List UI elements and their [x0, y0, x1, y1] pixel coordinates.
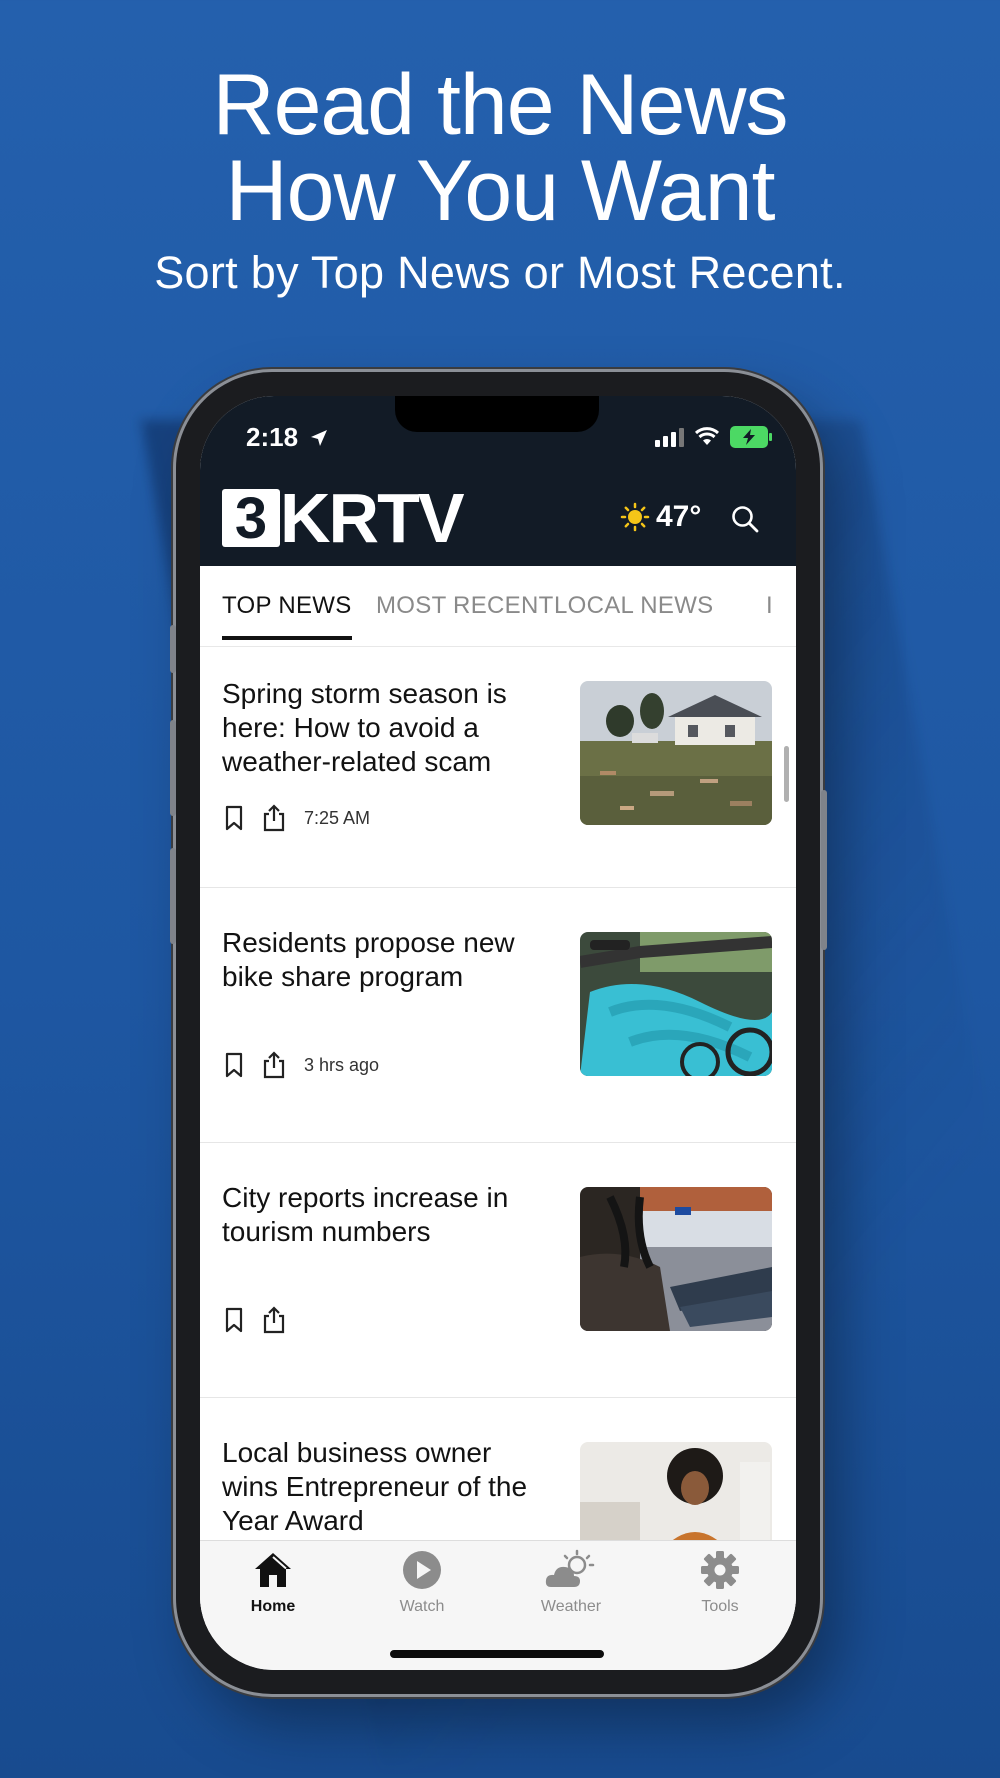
article-thumbnail[interactable]	[580, 932, 772, 1076]
scroll-indicator[interactable]	[784, 746, 789, 802]
tab-top-news[interactable]: TOP NEWS	[222, 592, 352, 620]
location-arrow-icon	[311, 430, 328, 446]
nav-weather[interactable]: Weather	[511, 1549, 631, 1616]
phone-side-button	[170, 625, 176, 673]
article-thumbnail[interactable]	[580, 1187, 772, 1331]
airport-terminal-image	[580, 1187, 772, 1331]
article-card[interactable]: City reports increase in tourism numbers	[200, 1143, 796, 1398]
article-time: 7:25 AM	[304, 807, 371, 828]
article-card[interactable]: Residents propose new bike share program…	[200, 888, 796, 1143]
cellular-signal-icon	[655, 427, 684, 447]
active-tab-indicator	[222, 636, 352, 640]
sun-icon	[620, 502, 650, 532]
share-icon[interactable]	[260, 803, 288, 833]
promo-subheadline: Sort by Top News or Most Recent.	[154, 247, 846, 298]
station-logo[interactable]: 3 KRTV	[222, 479, 465, 557]
article-thumbnail[interactable]	[580, 681, 772, 825]
play-icon	[403, 1551, 441, 1589]
home-icon	[255, 1553, 291, 1587]
nav-home[interactable]: Home	[213, 1549, 333, 1616]
cloud-sun-icon	[545, 1549, 595, 1587]
bookmark-icon[interactable]	[222, 1306, 246, 1334]
search-icon	[732, 506, 759, 533]
logo-number: 3	[222, 489, 280, 547]
status-time-text: 2:18	[246, 422, 299, 452]
nav-tools-label: Tools	[701, 1598, 739, 1615]
share-icon[interactable]	[260, 1305, 288, 1335]
article-time: 3 hrs ago	[304, 1054, 380, 1075]
logo-text: KRTV	[280, 479, 465, 557]
battery-icon	[730, 426, 772, 448]
article-title[interactable]: City reports increase in tourism numbers	[222, 1181, 522, 1249]
home-indicator[interactable]	[390, 1650, 604, 1658]
bookmark-icon[interactable]	[222, 1051, 246, 1079]
article-card[interactable]: Spring storm season is here: How to avoi…	[200, 647, 796, 888]
phone-volume-up	[170, 720, 176, 816]
nav-weather-label: Weather	[540, 1598, 602, 1615]
storm-damage-image	[580, 681, 772, 825]
nav-watch[interactable]: Watch	[362, 1549, 482, 1616]
article-meta: 7:25 AM	[222, 803, 370, 833]
gear-icon	[701, 1551, 739, 1589]
article-meta	[222, 1305, 304, 1335]
share-icon[interactable]	[260, 1050, 288, 1080]
phone-screen: 2:18 3 KRTV 47° TOP NEWS MOST RECENT LOC…	[200, 396, 796, 1670]
article-title[interactable]: Local business owner wins Entrepreneur o…	[222, 1436, 542, 1538]
bike-share-image	[580, 932, 772, 1076]
article-meta: 3 hrs ago	[222, 1050, 379, 1080]
temperature: 47°	[656, 500, 702, 533]
article-title[interactable]: Residents propose new bike share program	[222, 926, 522, 994]
weather-widget[interactable]: 47°	[620, 500, 701, 534]
phone-notch	[395, 396, 599, 432]
promo-headline: Read the News How You Want	[0, 62, 1000, 234]
search-button[interactable]	[730, 504, 760, 539]
promo-headline-line2: How You Want	[225, 143, 776, 239]
article-title[interactable]: Spring storm season is here: How to avoi…	[222, 677, 522, 779]
wifi-icon	[694, 427, 720, 445]
tab-local-news[interactable]: LOCAL NEWS	[554, 592, 713, 620]
status-bar-time: 2:18	[246, 422, 329, 453]
promo-headline-line1: Read the News	[212, 57, 789, 153]
charging-bolt-icon	[743, 429, 755, 445]
phone-power-button	[821, 790, 827, 950]
nav-tools[interactable]: Tools	[660, 1549, 780, 1616]
phone-volume-down	[170, 848, 176, 944]
section-tabs: TOP NEWS MOST RECENT LOCAL NEWS I	[200, 566, 796, 647]
nav-home-label: Home	[250, 1598, 296, 1615]
status-bar-icons	[655, 426, 772, 448]
nav-watch-label: Watch	[399, 1598, 445, 1615]
tab-most-recent[interactable]: MOST RECENT	[376, 592, 554, 620]
tab-next-partial[interactable]: I	[766, 592, 773, 620]
bookmark-icon[interactable]	[222, 804, 246, 832]
